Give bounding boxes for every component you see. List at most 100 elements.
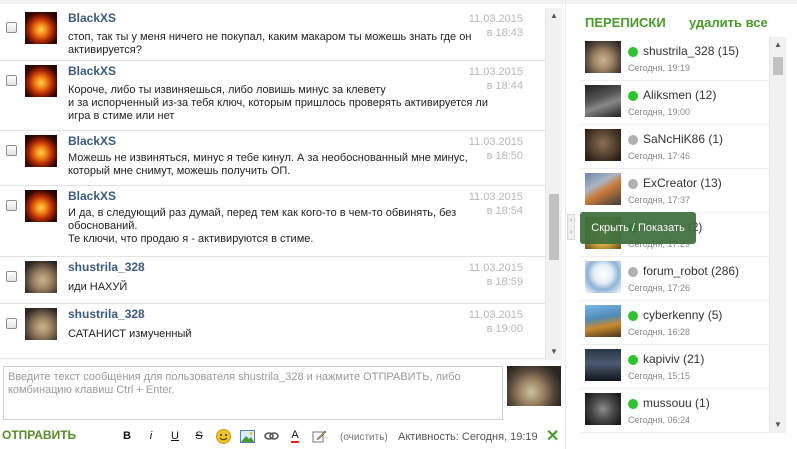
message-author[interactable]: BlackXS <box>68 11 116 25</box>
contact-item[interactable]: cyberkenny (5) Сегодня, 16:28 <box>580 301 770 345</box>
strike-icon-label: S <box>195 430 203 442</box>
scroll-up-icon[interactable]: ▲ <box>770 37 786 53</box>
message-date-day: 11.03.2015 <box>468 66 523 78</box>
status-dot-icon <box>628 399 638 409</box>
contact-name[interactable]: ExCreator (13) <box>643 176 722 190</box>
message-checkbox[interactable] <box>6 22 17 33</box>
message-item: BlackXS 11.03.2015 в 18:50 Можешь не извиня… <box>0 131 545 186</box>
italic-icon[interactable]: i <box>142 428 160 444</box>
delete-all-link[interactable]: удалить все <box>689 15 768 30</box>
dark-avatar[interactable] <box>585 349 621 381</box>
contact-name[interactable]: SaNcHiK86 (1) <box>643 132 723 146</box>
italic-icon-label: i <box>149 430 153 442</box>
text-color-icon[interactable]: A <box>286 428 304 444</box>
underline-icon-label: U <box>171 430 179 442</box>
scroll-thumb[interactable] <box>549 194 559 260</box>
scroll-up-icon[interactable]: ▲ <box>546 8 562 24</box>
contact-time: Сегодня, 15:15 <box>628 371 691 381</box>
contact-item[interactable]: shustrila_328 (15) Сегодня, 19:19 <box>580 37 770 81</box>
fire-avatar[interactable] <box>25 190 57 222</box>
fire-avatar[interactable] <box>25 65 57 97</box>
scroll-down-icon[interactable]: ▼ <box>770 417 786 433</box>
toggle-handle[interactable]: › › <box>567 214 575 240</box>
message-author[interactable]: BlackXS <box>68 64 116 78</box>
game-avatar[interactable] <box>585 173 621 205</box>
contact-item[interactable]: forum_robot (286) Сегодня, 17:26 <box>580 257 770 301</box>
status-dot-icon <box>628 355 638 365</box>
status-dot-icon <box>628 135 638 145</box>
pug-avatar[interactable] <box>585 41 621 73</box>
contact-time: Сегодня, 16:28 <box>628 327 691 337</box>
close-icon[interactable]: ✕ <box>546 426 559 446</box>
message-item: BlackXS 11.03.2015 в 18:44 Короче, либо ты … <box>0 61 545 131</box>
edit-icon[interactable] <box>310 428 328 444</box>
contact-item[interactable]: SaNcHiK86 (1) Сегодня, 17:46 <box>580 125 770 169</box>
scroll-thumb[interactable] <box>773 57 783 75</box>
message-author[interactable]: BlackXS <box>68 134 116 148</box>
contact-name[interactable]: shustrila_328 (15) <box>643 44 739 58</box>
message-checkbox[interactable] <box>6 318 17 329</box>
message-scrollbar[interactable]: ▲ ▼ <box>545 8 562 360</box>
status-dot-icon <box>628 311 638 321</box>
conversations-title: ПЕРЕПИСКИ <box>585 15 666 30</box>
robot-avatar[interactable] <box>585 261 621 293</box>
soldier-avatar[interactable] <box>585 85 621 117</box>
message-checkbox[interactable] <box>6 75 17 86</box>
activity-status: Активность: Сегодня, 19:19 <box>398 431 538 443</box>
contact-item[interactable]: Aliksmen (12) Сегодня, 19:00 <box>580 81 770 125</box>
fire-avatar[interactable] <box>25 12 57 44</box>
toggle-tooltip: Скрыть / Показать <box>580 212 696 244</box>
message-date-day: 11.03.2015 <box>468 309 523 321</box>
message-text: иди НАХУЙ <box>68 281 128 293</box>
walle-avatar[interactable] <box>585 305 621 337</box>
contact-scrollbar[interactable]: ▲ ▼ <box>769 37 786 433</box>
message-input[interactable]: Введите текст сообщения для пользователя… <box>3 366 503 420</box>
message-text: САТАНИСТ измученный <box>68 328 192 340</box>
pug-avatar[interactable] <box>25 261 57 293</box>
strike-icon[interactable]: S <box>190 428 208 444</box>
message-author[interactable]: BlackXS <box>68 189 116 203</box>
smiley-icon[interactable] <box>214 428 232 444</box>
shadow-avatar[interactable] <box>585 393 621 425</box>
contact-name[interactable]: kapiviv (21) <box>643 352 704 366</box>
contact-item[interactable]: kapiviv (21) Сегодня, 15:15 <box>580 345 770 389</box>
text-color-icon-label: A <box>291 429 299 443</box>
status-dot-icon <box>628 91 638 101</box>
scroll-down-icon[interactable]: ▼ <box>546 344 562 360</box>
message-item: shustrila_328 11.03.2015 в 18:59 иди НАХУЙ <box>0 257 545 304</box>
contact-time: Сегодня, 19:19 <box>628 63 691 73</box>
message-checkbox[interactable] <box>6 271 17 282</box>
contact-item[interactable]: ExCreator (13) Сегодня, 17:37 <box>580 169 770 213</box>
contact-name[interactable]: Aliksmen (12) <box>643 88 716 102</box>
message-checkbox[interactable] <box>6 200 17 211</box>
pug-avatar[interactable] <box>25 308 57 340</box>
bold-icon[interactable]: B <box>118 428 136 444</box>
fire-avatar[interactable] <box>25 135 57 167</box>
link-icon[interactable] <box>262 428 280 444</box>
message-author[interactable]: shustrila_328 <box>68 307 145 321</box>
recipient-avatar <box>507 366 561 406</box>
contact-time: Сегодня, 17:37 <box>628 195 691 205</box>
message-text: И да, в следующий раз думай, перед тем к… <box>68 207 457 245</box>
message-date-day: 11.03.2015 <box>468 136 523 148</box>
contact-time: Сегодня, 17:26 <box>628 283 691 293</box>
contact-time: Сегодня, 19:00 <box>628 107 691 117</box>
message-checkbox[interactable] <box>6 145 17 156</box>
message-item: BlackXS 11.03.2015 в 18:54 И да, в следующи… <box>0 186 545 257</box>
contact-item[interactable]: mussouu (1) Сегодня, 06:24 <box>580 389 770 433</box>
message-author[interactable]: shustrila_328 <box>68 260 145 274</box>
message-date-day: 11.03.2015 <box>468 13 523 25</box>
top-bar <box>0 0 797 4</box>
clear-button[interactable]: (очистить) <box>340 432 388 443</box>
message-date-day: 11.03.2015 <box>468 262 523 274</box>
send-button[interactable]: ОТПРАВИТЬ <box>2 428 76 442</box>
message-text: Можешь не извиняться, минус я тебе кинул… <box>68 152 468 177</box>
contact-name[interactable]: forum_robot (286) <box>643 264 739 278</box>
message-text: Короче, либо ты извиняешься, либо ловишь… <box>68 84 488 122</box>
contact-name[interactable]: mussouu (1) <box>643 396 710 410</box>
contact-name[interactable]: cyberkenny (5) <box>643 308 722 322</box>
underline-icon[interactable]: U <box>166 428 184 444</box>
image-icon[interactable] <box>238 428 256 444</box>
message-text: стоп, так ты у меня ничего не покупал, к… <box>68 31 472 56</box>
man-avatar[interactable] <box>585 129 621 161</box>
